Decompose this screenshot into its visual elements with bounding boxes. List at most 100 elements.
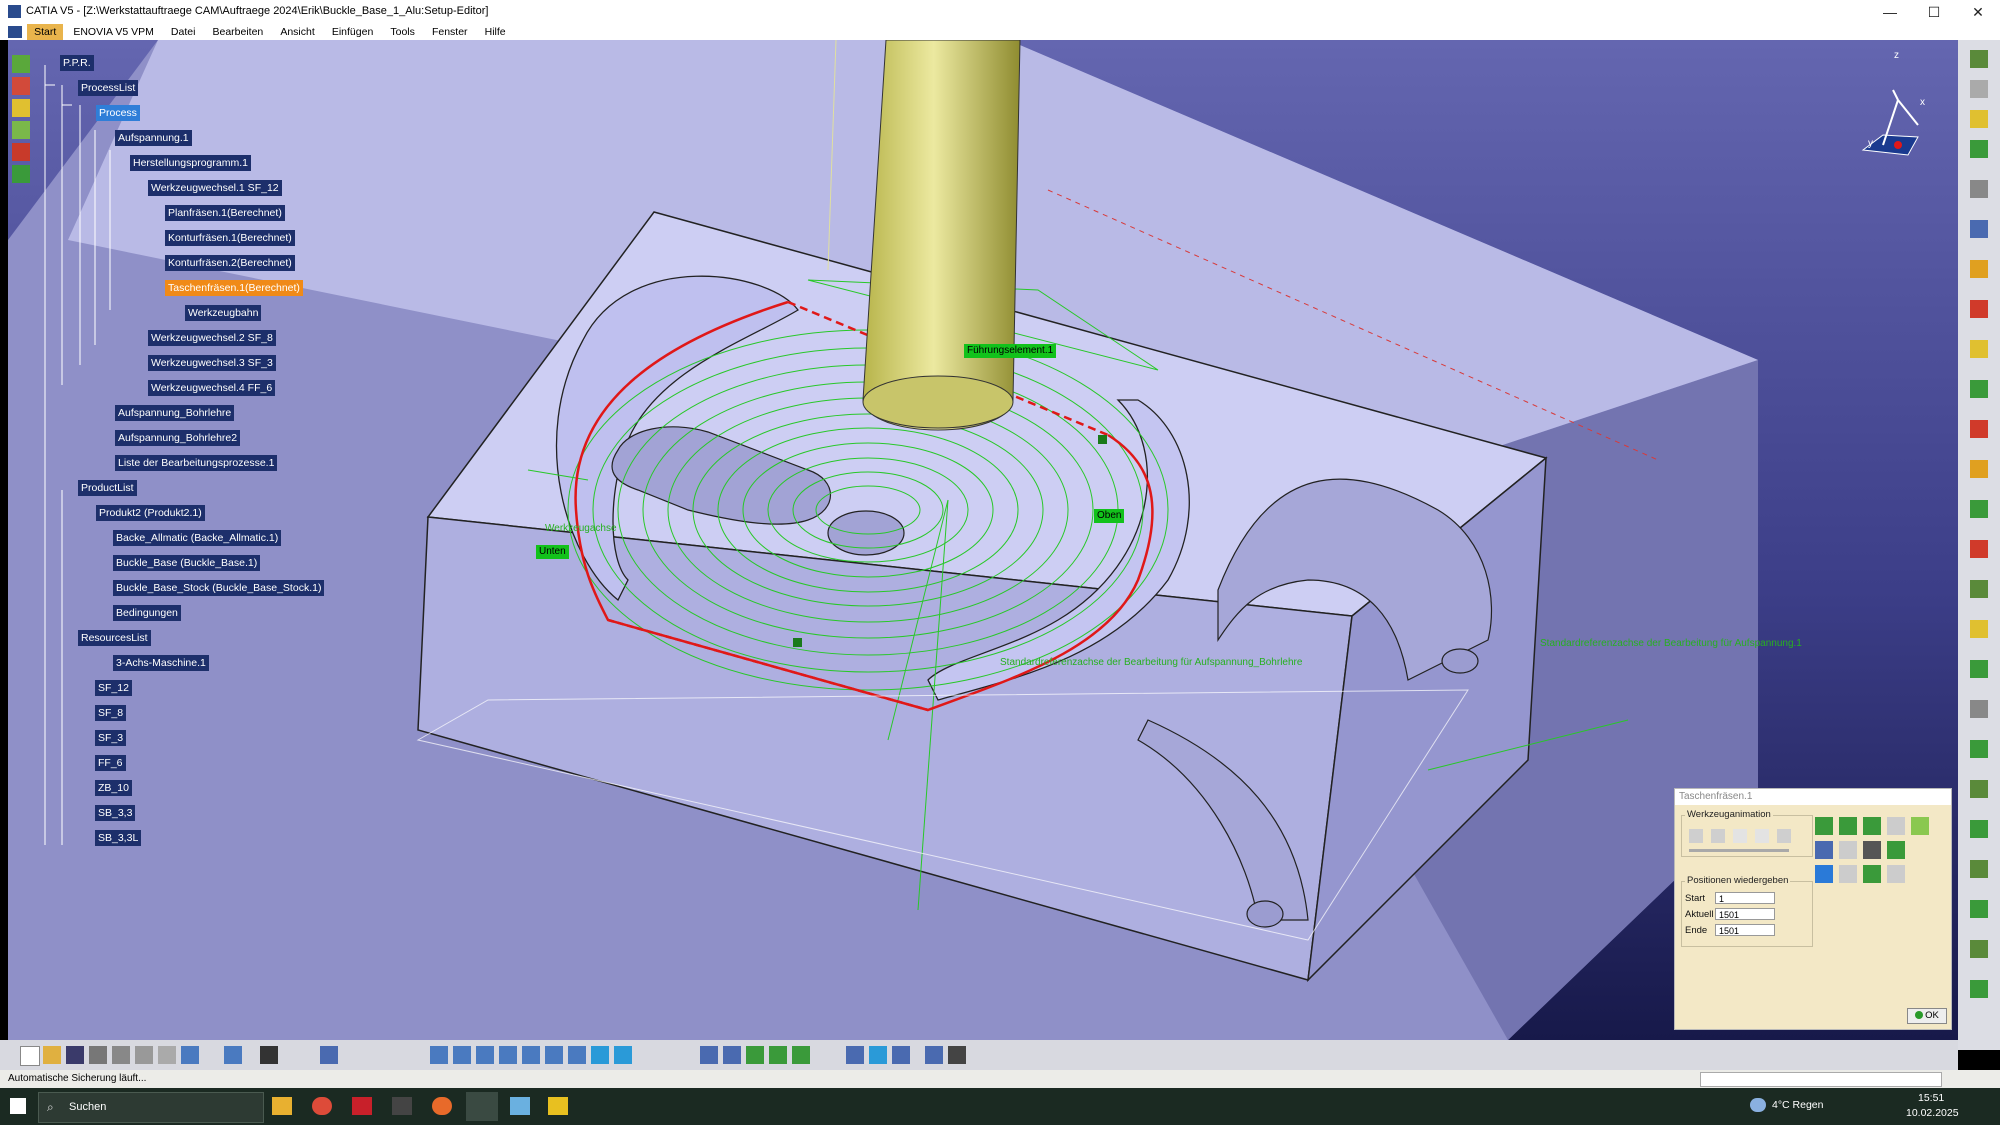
maximize-button[interactable]: ☐ bbox=[1912, 0, 1956, 24]
normal-view-icon[interactable] bbox=[568, 1046, 586, 1064]
new-file-icon[interactable] bbox=[20, 1046, 40, 1066]
firefox-icon[interactable] bbox=[432, 1097, 452, 1115]
play-button[interactable] bbox=[1755, 829, 1769, 843]
right-tool-21[interactable] bbox=[1970, 820, 1988, 838]
menu-bearbeiten[interactable]: Bearbeiten bbox=[205, 24, 270, 40]
catia-taskbar-button[interactable] bbox=[466, 1092, 498, 1121]
fast-forward-button[interactable] bbox=[1777, 829, 1791, 843]
taskbar-search[interactable]: ⌕ Suchen bbox=[38, 1092, 264, 1123]
rotate-icon[interactable] bbox=[499, 1046, 517, 1064]
tree-buckle-base[interactable]: Buckle_Base (Buckle_Base.1) bbox=[113, 555, 261, 571]
fit-all-icon[interactable] bbox=[453, 1046, 471, 1064]
dialog-tool-12[interactable] bbox=[1863, 865, 1881, 883]
right-tool-11[interactable] bbox=[1970, 420, 1988, 438]
dialog-tool-8[interactable] bbox=[1863, 841, 1881, 859]
tree-backe-allmatic[interactable]: Backe_Allmatic (Backe_Allmatic.1) bbox=[113, 530, 282, 546]
tree-tool-sb33l[interactable]: SB_3,3L bbox=[95, 830, 142, 846]
dialog-tool-2[interactable] bbox=[1839, 817, 1857, 835]
left-tool-6[interactable] bbox=[12, 165, 30, 183]
menu-datei[interactable]: Datei bbox=[164, 24, 203, 40]
rewind-button[interactable] bbox=[1689, 829, 1703, 843]
clock-date[interactable]: 10.02.2025 bbox=[1906, 1107, 1959, 1119]
tree-buckle-base-stock[interactable]: Buckle_Base_Stock (Buckle_Base_Stock.1) bbox=[113, 580, 325, 596]
tree-tool-sb33[interactable]: SB_3,3 bbox=[95, 805, 136, 821]
command-input[interactable] bbox=[1700, 1072, 1942, 1087]
menu-hilfe[interactable]: Hilfe bbox=[478, 24, 513, 40]
tree-werkzeugwechsel1[interactable]: Werkzeugwechsel.1 SF_12 bbox=[148, 180, 282, 196]
dialog-tool-7[interactable] bbox=[1839, 841, 1857, 859]
clock-time[interactable]: 15:51 bbox=[1918, 1092, 1944, 1104]
tree-productlist[interactable]: ProductList bbox=[78, 480, 137, 496]
tree-aufspannung-bohrlehre2[interactable]: Aufspannung_Bohrlehre2 bbox=[115, 430, 241, 446]
taskbar-app-icon[interactable] bbox=[510, 1097, 530, 1115]
machining-tool-5[interactable] bbox=[792, 1046, 810, 1064]
menu-enovia[interactable]: ENOVIA V5 VPM bbox=[66, 24, 161, 40]
machining-tool-7[interactable] bbox=[869, 1046, 887, 1064]
menu-start[interactable]: Start bbox=[27, 24, 64, 40]
right-tool-25[interactable] bbox=[1970, 980, 1988, 998]
tree-liste-bearbeitungsprozesse[interactable]: Liste der Bearbeitungsprozesse.1 bbox=[115, 455, 278, 471]
print-icon[interactable] bbox=[89, 1046, 107, 1064]
tree-planfraesen1[interactable]: Planfräsen.1(Berechnet) bbox=[165, 205, 285, 221]
right-tool-4[interactable] bbox=[1970, 140, 1988, 158]
menu-ansicht[interactable]: Ansicht bbox=[273, 24, 321, 40]
windows-start-icon[interactable] bbox=[10, 1098, 26, 1114]
menu-einfuegen[interactable]: Einfügen bbox=[325, 24, 380, 40]
right-tool-23[interactable] bbox=[1970, 900, 1988, 918]
zoom-in-icon[interactable] bbox=[522, 1046, 540, 1064]
aktuell-field[interactable]: 1501 bbox=[1715, 908, 1775, 920]
help-icon[interactable] bbox=[224, 1046, 242, 1064]
machining-tool-6[interactable] bbox=[846, 1046, 864, 1064]
tree-resourceslist[interactable]: ResourcesList bbox=[78, 630, 151, 646]
tree-aufspannung1[interactable]: Aufspannung.1 bbox=[115, 130, 192, 146]
right-tool-9[interactable] bbox=[1970, 340, 1988, 358]
machining-tool-2[interactable] bbox=[723, 1046, 741, 1064]
right-tool-13[interactable] bbox=[1970, 500, 1988, 518]
left-tool-5[interactable] bbox=[12, 143, 30, 161]
tree-bedingungen[interactable]: Bedingungen bbox=[113, 605, 181, 621]
right-tool-15[interactable] bbox=[1970, 580, 1988, 598]
app-icon[interactable] bbox=[392, 1097, 412, 1115]
explorer-icon[interactable] bbox=[272, 1097, 292, 1115]
tree-werkzeugbahn[interactable]: Werkzeugbahn bbox=[185, 305, 262, 321]
right-tool-24[interactable] bbox=[1970, 940, 1988, 958]
tree-tool-sf3[interactable]: SF_3 bbox=[95, 730, 127, 746]
undo-icon[interactable] bbox=[181, 1046, 199, 1064]
copy-icon[interactable] bbox=[135, 1046, 153, 1064]
tree-process[interactable]: Process bbox=[96, 105, 140, 121]
machining-tool-8[interactable] bbox=[892, 1046, 910, 1064]
dialog-tool-11[interactable] bbox=[1839, 865, 1857, 883]
right-tool-1[interactable] bbox=[1970, 50, 1988, 68]
dialog-tool-6[interactable] bbox=[1815, 841, 1833, 859]
machining-tool-1[interactable] bbox=[700, 1046, 718, 1064]
pause-button[interactable] bbox=[1733, 829, 1747, 843]
right-tool-22[interactable] bbox=[1970, 860, 1988, 878]
tree-aufspannung-bohrlehre[interactable]: Aufspannung_Bohrlehre bbox=[115, 405, 235, 421]
formula-icon[interactable] bbox=[260, 1046, 278, 1064]
tree-konturfraesen1[interactable]: Konturfräsen.1(Berechnet) bbox=[165, 230, 295, 246]
nx-icon[interactable] bbox=[352, 1097, 372, 1115]
dialog-tool-5[interactable] bbox=[1911, 817, 1929, 835]
sticky-icon[interactable] bbox=[548, 1097, 568, 1115]
tree-werkzeugwechsel2[interactable]: Werkzeugwechsel.2 SF_8 bbox=[148, 330, 276, 346]
left-tool-1[interactable] bbox=[12, 55, 30, 73]
right-tool-3[interactable] bbox=[1970, 110, 1988, 128]
right-tool-20[interactable] bbox=[1970, 780, 1988, 798]
right-tool-2[interactable] bbox=[1970, 80, 1988, 98]
tree-konturfraesen2[interactable]: Konturfräsen.2(Berechnet) bbox=[165, 255, 295, 271]
menu-fenster[interactable]: Fenster bbox=[425, 24, 475, 40]
fly-mode-icon[interactable] bbox=[430, 1046, 448, 1064]
tree-tool-sf12[interactable]: SF_12 bbox=[95, 680, 132, 696]
right-tool-7[interactable] bbox=[1970, 260, 1988, 278]
tree-tool-ff6[interactable]: FF_6 bbox=[95, 755, 126, 771]
cut-icon[interactable] bbox=[112, 1046, 130, 1064]
left-tool-4[interactable] bbox=[12, 121, 30, 139]
zoom-out-icon[interactable] bbox=[545, 1046, 563, 1064]
right-tool-17[interactable] bbox=[1970, 660, 1988, 678]
right-tool-14[interactable] bbox=[1970, 540, 1988, 558]
animation-slider[interactable] bbox=[1689, 849, 1789, 852]
chrome-icon[interactable] bbox=[312, 1097, 332, 1115]
dialog-tool-3[interactable] bbox=[1863, 817, 1881, 835]
left-tool-3[interactable] bbox=[12, 99, 30, 117]
weather-text[interactable]: 4°C Regen bbox=[1772, 1099, 1823, 1111]
